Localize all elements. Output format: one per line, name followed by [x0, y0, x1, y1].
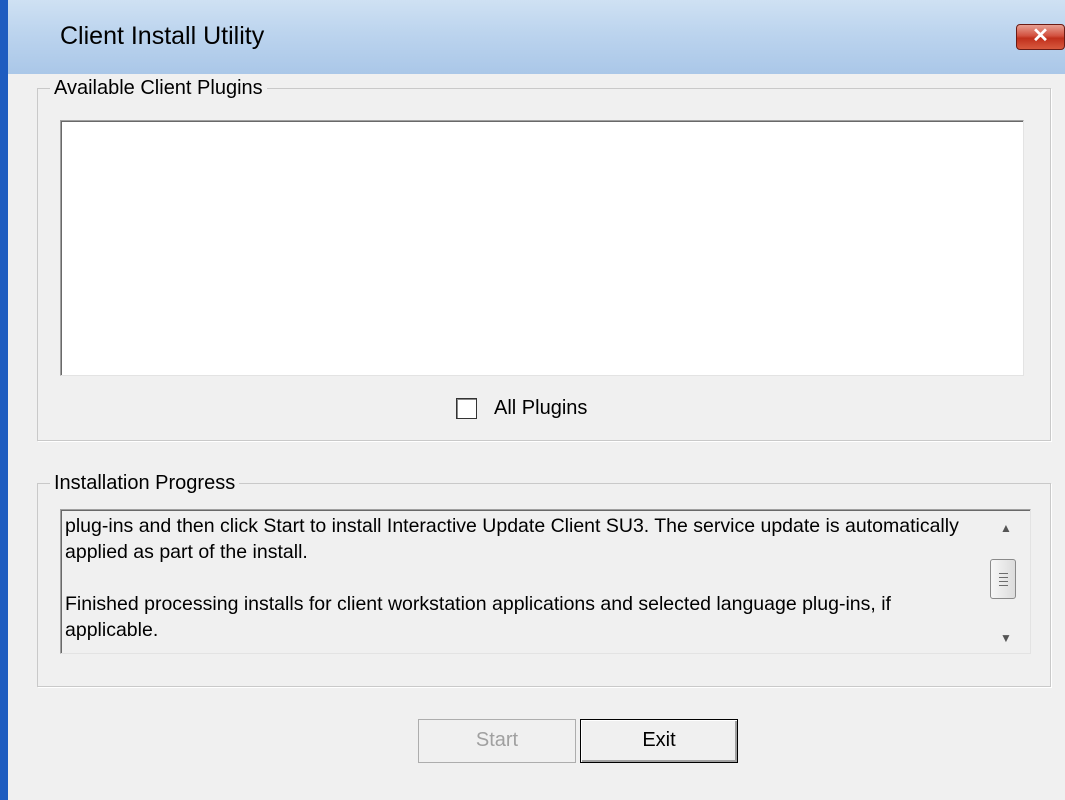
- installation-progress-legend: Installation Progress: [50, 470, 240, 496]
- installation-progress-log[interactable]: plug-ins and then click Start to install…: [60, 509, 1031, 654]
- progress-log-line: Finished processing installs for client …: [65, 593, 891, 641]
- plugin-list[interactable]: [60, 120, 1024, 376]
- exit-button[interactable]: Exit: [580, 719, 738, 763]
- start-button[interactable]: Start: [418, 719, 576, 763]
- exit-button-label: Exit: [642, 729, 676, 751]
- grip-line-icon: [999, 585, 1008, 586]
- scroll-down-arrow-icon[interactable]: ▼: [1000, 631, 1012, 645]
- grip-line-icon: [999, 577, 1008, 578]
- start-button-label: Start: [475, 729, 519, 751]
- progress-log-line: plug-ins and then click Start to install…: [65, 515, 959, 563]
- client-install-window: Client Install Utility ✕ Available Clien…: [0, 0, 1065, 800]
- dialog-body: Available Client Plugins All Plugins Ins…: [8, 74, 1065, 800]
- title-bar[interactable]: Client Install Utility ✕: [8, 0, 1065, 74]
- window-title: Client Install Utility: [60, 22, 265, 50]
- available-plugins-legend: Available Client Plugins: [50, 75, 267, 101]
- scrollbar-thumb[interactable]: [990, 559, 1016, 599]
- progress-log-text: plug-ins and then click Start to install…: [65, 513, 980, 651]
- all-plugins-checkbox[interactable]: [456, 398, 477, 419]
- scroll-up-arrow-icon[interactable]: ▲: [1000, 521, 1012, 535]
- close-button[interactable]: ✕: [1016, 24, 1065, 50]
- grip-line-icon: [999, 581, 1008, 582]
- all-plugins-label[interactable]: All Plugins: [494, 397, 587, 420]
- close-icon: ✕: [1032, 25, 1049, 47]
- grip-line-icon: [999, 573, 1008, 574]
- progress-log-scrollbar[interactable]: ▲ ▼: [986, 511, 1030, 652]
